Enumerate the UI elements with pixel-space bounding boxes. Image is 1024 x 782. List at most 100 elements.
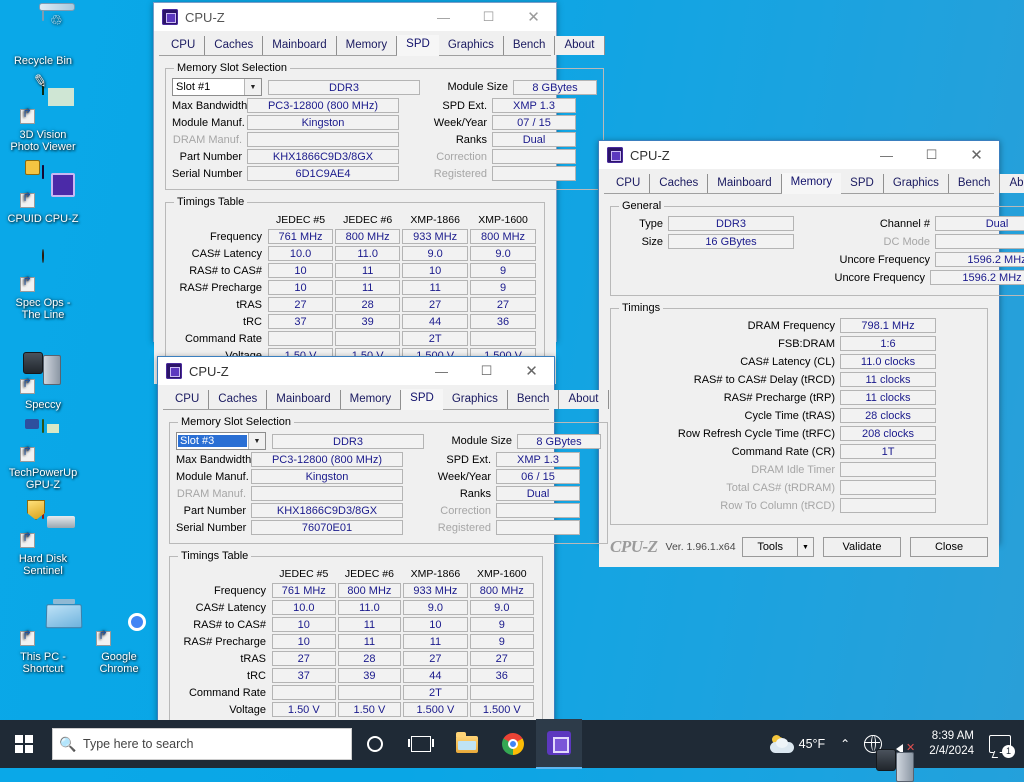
tools-dropdown-arrow-icon[interactable]: ▼ [797,537,814,557]
tab-caches[interactable]: Caches [650,174,709,193]
clock[interactable]: 8:39 AM 2/4/2024 [921,729,982,759]
minimize-button[interactable]: — [419,357,464,385]
tab-graphics[interactable]: Graphics [442,390,508,409]
tab-bar[interactable]: CPU Caches Mainboard Memory SPD Graphics Bench… [163,389,609,410]
tab-mainboard[interactable]: Mainboard [263,36,337,55]
field-value: 28 clocks [840,408,936,423]
tab-about[interactable]: About [559,390,609,409]
timings-column-header: XMP-1600 [476,568,527,580]
close-button[interactable]: ✕ [954,141,999,169]
slot-select[interactable]: Slot #1 ▼ [172,78,262,96]
tab-cpu[interactable]: CPU [607,174,651,193]
maximize-button[interactable]: ☐ [466,3,511,31]
tab-bench[interactable]: Bench [503,36,556,55]
timings-cell: 933 MHz [403,583,468,598]
desktop-icon-hard-disk-sentinel[interactable]: Hard Disk Sentinel [6,505,80,577]
tab-bar[interactable]: CPU Caches Mainboard Memory SPD Graphics Bench… [159,35,605,56]
tab-memory[interactable]: Memory [340,390,402,409]
desktop-icon-this-pc-shortcut[interactable]: This PC - Shortcut [6,604,80,675]
memory-slot-selection-group: Memory Slot Selection Slot #3 ▼ DDR3 Module… [169,416,608,544]
timings-cell: 1.50 V [337,702,402,717]
cortana-button[interactable] [352,720,398,768]
chevron-down-icon[interactable]: ▼ [248,433,265,449]
timings-row-label: tRC [247,669,266,682]
volume-button[interactable]: ✕ [876,720,921,782]
tab-cpu[interactable]: CPU [166,390,210,409]
tab-memory[interactable]: Memory [781,173,842,194]
desktop-icon-label: TechPowerUp GPU-Z [8,467,78,491]
notifications-button[interactable]: 1 [982,720,1018,768]
timings-cell: 27 [402,297,469,312]
chevron-down-icon[interactable]: ▼ [244,79,261,95]
maximize-button[interactable]: ☐ [464,357,509,385]
desktop-icon-techpowerup-gpu-z[interactable]: TechPowerUp GPU-Z [6,419,80,491]
timing-row: CAS# Latency (CL) 11.0 clocks [617,354,981,369]
weather-widget[interactable]: 45°F [762,735,834,753]
tab-about[interactable]: About [555,36,605,55]
timings-row-label: Frequency [214,584,266,597]
titlebar[interactable]: CPU-Z — ☐ ✕ [599,141,999,169]
chrome-taskbar-button[interactable] [490,720,536,768]
clock-time: 8:39 AM [931,730,974,742]
tab-spd[interactable]: SPD [401,389,443,410]
tab-mainboard[interactable]: Mainboard [267,390,341,409]
tab-about[interactable]: About [1000,174,1024,193]
field-label: SPD Ext. [442,99,487,112]
field-label: RAS# Precharge (tRP) [723,391,835,404]
desktop-icon-spec-ops-the-line[interactable]: Spec Ops - The Line [6,249,80,321]
minimize-button[interactable]: — [864,141,909,169]
close-button[interactable]: ✕ [511,3,556,31]
validate-button[interactable]: Validate [823,537,901,557]
maximize-button[interactable]: ☐ [909,141,954,169]
search-input[interactable]: 🔍 Type here to search [52,728,352,760]
desktop-icon-3d-vision-photo-viewer[interactable]: 3D Vision Photo Viewer [6,81,80,153]
tab-graphics[interactable]: Graphics [438,36,504,55]
field-value: 07 / 15 [492,115,576,130]
field-value: PC3-12800 (800 MHz) [247,98,399,113]
cpuz-window-spd-slot1[interactable]: CPU-Z — ☐ ✕ CPU Caches Mainboard Memory SPD G… [153,2,605,384]
cpuz-window-memory[interactable]: CPU-Z — ☐ ✕ CPU Caches Mainboard Memory SPD G… [598,140,1024,567]
slot-select[interactable]: Slot #3 ▼ [176,432,266,450]
timings-header-row: JEDEC #5 JEDEC #6 XMP-1866 XMP-1600 [178,568,534,581]
field-label: RAS# to CAS# Delay (tRCD) [693,373,835,386]
cpuz-window-spd-slot3[interactable]: CPU-Z — ☐ ✕ CPU Caches Mainboard Memory SPD G… [157,356,609,738]
timings-cell: 27 [272,651,336,666]
tab-spd[interactable]: SPD [841,174,884,193]
tab-graphics[interactable]: Graphics [883,174,949,193]
cpuz-taskbar-button[interactable] [536,719,582,769]
close-button[interactable]: ✕ [509,357,554,385]
hard-disk-icon [20,505,66,550]
show-hidden-icons-button[interactable]: ⌃ [833,720,857,768]
minimize-button[interactable]: — [421,3,466,31]
tools-button[interactable]: Tools [742,537,797,557]
timings-cell: 27 [469,651,534,666]
timings-column-header: JEDEC #5 [276,214,326,226]
start-button[interactable] [0,720,48,768]
desktop-icon-google-chrome[interactable]: Google Chrome [82,604,156,675]
tab-bar[interactable]: CPU Caches Mainboard Memory SPD Graphics Bench… [604,173,1024,194]
desktop-icon-speccy[interactable]: Speccy [6,352,80,411]
field-value: 8 GBytes [517,433,601,449]
tab-memory[interactable]: Memory [336,36,398,55]
tab-cpu[interactable]: CPU [162,36,206,55]
tab-bench[interactable]: Bench [507,390,560,409]
tab-bench[interactable]: Bench [948,174,1001,193]
titlebar[interactable]: CPU-Z — ☐ ✕ [158,357,554,385]
tab-caches[interactable]: Caches [209,390,268,409]
task-view-button[interactable] [398,720,444,768]
desktop-icon-cpuid-cpu-z[interactable]: CPUID CPU-Z [6,165,80,225]
timings-cell: 10 [403,617,468,632]
tab-spd[interactable]: SPD [397,35,439,56]
timings-cell: 10.0 [272,600,336,615]
titlebar[interactable]: CPU-Z — ☐ ✕ [154,3,556,31]
close-window-button[interactable]: Close [910,537,988,557]
timings-cell: 11.0 [335,246,401,261]
desktop-icon-label: Spec Ops - The Line [15,297,71,321]
field-value [247,132,399,147]
desktop-icon-recycle-bin[interactable]: Recycle Bin [6,7,80,67]
file-explorer-button[interactable] [444,720,490,768]
tab-caches[interactable]: Caches [205,36,264,55]
tab-mainboard[interactable]: Mainboard [708,174,782,193]
timings-cell: 37 [268,314,334,329]
task-view-icon [408,736,434,752]
